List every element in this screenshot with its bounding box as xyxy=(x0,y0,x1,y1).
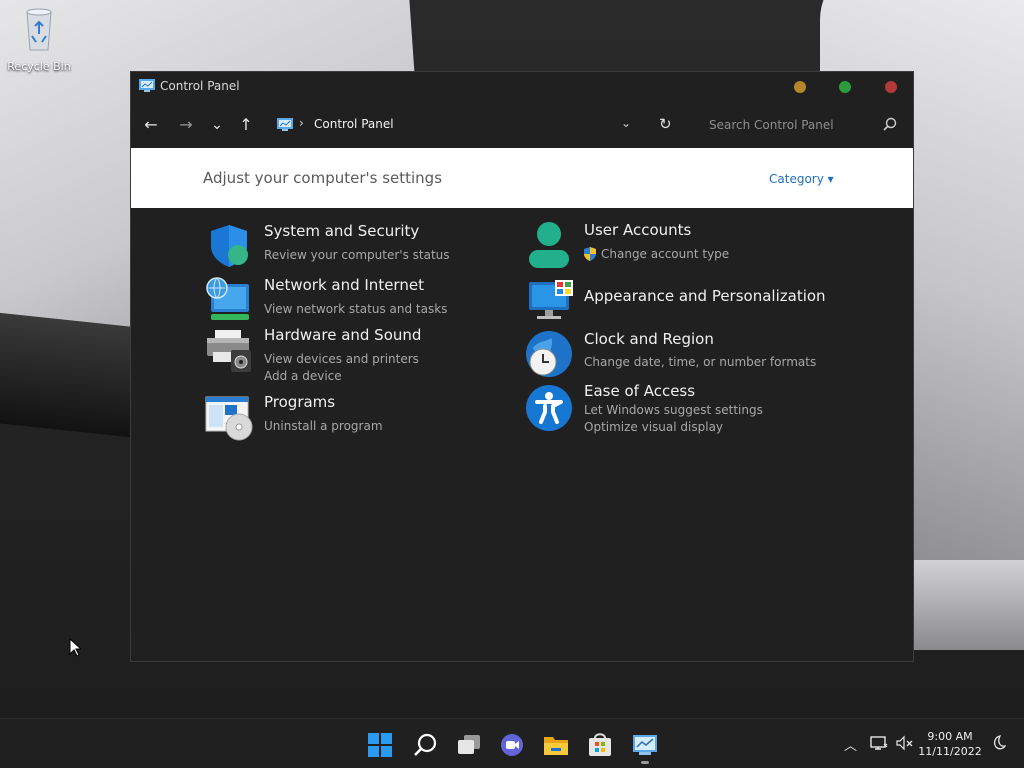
chat-icon[interactable] xyxy=(499,732,525,758)
active-app-indicator xyxy=(641,761,649,764)
category-link[interactable]: Change account type xyxy=(601,247,729,261)
navigation-bar: ← → ⌄ ↑ › Control Panel ⌄ ↻ xyxy=(131,102,913,148)
search-icon[interactable] xyxy=(883,117,897,131)
heading-bar: Adjust your computer's settings Category… xyxy=(131,148,913,208)
taskbar: ︿ 9:00 AM 11/11/2022 xyxy=(0,718,1024,768)
back-button[interactable]: ← xyxy=(139,114,163,136)
clock-date: 11/11/2022 xyxy=(918,745,982,758)
category-link[interactable]: Let Windows suggest settings xyxy=(584,403,763,417)
control-panel-icon xyxy=(139,79,155,92)
up-button[interactable]: ↑ xyxy=(234,114,258,136)
category-link[interactable]: Change date, time, or number formats xyxy=(584,355,816,369)
monitor-palette-icon[interactable] xyxy=(525,276,573,324)
title-bar[interactable]: Control Panel xyxy=(131,72,913,102)
start-icon[interactable] xyxy=(367,732,393,758)
category-link[interactable]: Review your computer's status xyxy=(264,248,450,262)
clock[interactable]: 9:00 AM 11/11/2022 xyxy=(918,729,982,759)
file-explorer-icon[interactable] xyxy=(543,732,569,758)
window-title: Control Panel xyxy=(160,79,240,93)
task-view-icon[interactable] xyxy=(456,732,482,758)
category-list: System and Security Review your computer… xyxy=(131,208,913,663)
breadcrumb-separator[interactable]: › xyxy=(299,116,304,130)
minimize-button[interactable] xyxy=(794,81,806,93)
category-title[interactable]: Hardware and Sound xyxy=(264,326,421,344)
shield-icon[interactable] xyxy=(205,222,253,270)
category-title[interactable]: User Accounts xyxy=(584,221,691,239)
programs-disc-icon[interactable] xyxy=(205,393,253,441)
category-link[interactable]: Optimize visual display xyxy=(584,420,723,434)
store-icon[interactable] xyxy=(587,732,613,758)
network-icon[interactable] xyxy=(870,735,888,751)
forward-button[interactable]: → xyxy=(174,114,198,136)
volume-muted-icon[interactable] xyxy=(896,735,914,751)
category-link[interactable]: View devices and printers xyxy=(264,352,419,366)
control-panel-window: Control Panel ← → ⌄ ↑ › Control Panel ⌄ … xyxy=(130,71,914,662)
category-user-accounts: User Accounts Change account type xyxy=(525,221,825,271)
search-box[interactable] xyxy=(701,110,905,140)
desktop-icon-recycle-bin[interactable]: Recycle Bin xyxy=(6,4,72,73)
category-link[interactable]: Add a device xyxy=(264,369,342,383)
category-title[interactable]: Appearance and Personalization xyxy=(584,287,826,305)
close-button[interactable] xyxy=(885,81,897,93)
category-title[interactable]: Network and Internet xyxy=(264,276,424,294)
category-ease-of-access: Ease of Access Let Windows suggest setti… xyxy=(525,382,845,448)
view-by-dropdown[interactable]: Category ▾ xyxy=(769,172,834,186)
category-link[interactable]: Uninstall a program xyxy=(264,419,383,433)
network-globe-icon[interactable] xyxy=(205,276,253,324)
clock-time: 9:00 AM xyxy=(927,730,973,743)
address-dropdown-button[interactable]: ⌄ xyxy=(621,116,631,130)
control-panel-icon[interactable] xyxy=(277,118,293,131)
mouse-cursor-icon xyxy=(69,638,81,657)
show-hidden-icons-button[interactable]: ︿ xyxy=(844,735,857,754)
category-title[interactable]: System and Security xyxy=(264,222,419,240)
search-icon[interactable] xyxy=(412,732,438,758)
category-hardware-and-sound: Hardware and Sound View devices and prin… xyxy=(205,326,505,396)
breadcrumb-control-panel[interactable]: Control Panel xyxy=(314,117,394,131)
user-icon[interactable] xyxy=(525,221,573,269)
desktop-icon-label: Recycle Bin xyxy=(7,60,71,73)
recycle-bin-icon xyxy=(26,8,52,51)
maximize-button[interactable] xyxy=(839,81,851,93)
category-title[interactable]: Ease of Access xyxy=(584,382,695,400)
category-clock-and-region: Clock and Region Change date, time, or n… xyxy=(525,330,845,380)
printer-speaker-icon[interactable] xyxy=(205,326,253,374)
category-network-and-internet: Network and Internet View network status… xyxy=(205,276,505,326)
control-panel-icon[interactable] xyxy=(632,732,658,758)
category-link[interactable]: View network status and tasks xyxy=(264,302,447,316)
uac-shield-icon xyxy=(584,247,596,261)
globe-clock-icon[interactable] xyxy=(525,330,573,378)
accessibility-icon[interactable] xyxy=(525,384,573,432)
page-title: Adjust your computer's settings xyxy=(203,169,443,187)
category-system-and-security: System and Security Review your computer… xyxy=(205,222,505,272)
category-appearance-and-personalization: Appearance and Personalization xyxy=(525,276,845,326)
refresh-button[interactable]: ↻ xyxy=(659,115,672,133)
category-title[interactable]: Programs xyxy=(264,393,335,411)
recent-locations-button[interactable]: ⌄ xyxy=(205,114,229,136)
category-programs: Programs Uninstall a program xyxy=(205,393,505,443)
search-input[interactable] xyxy=(701,110,905,140)
category-title[interactable]: Clock and Region xyxy=(584,330,714,348)
focus-assist-moon-icon[interactable] xyxy=(990,735,1006,751)
